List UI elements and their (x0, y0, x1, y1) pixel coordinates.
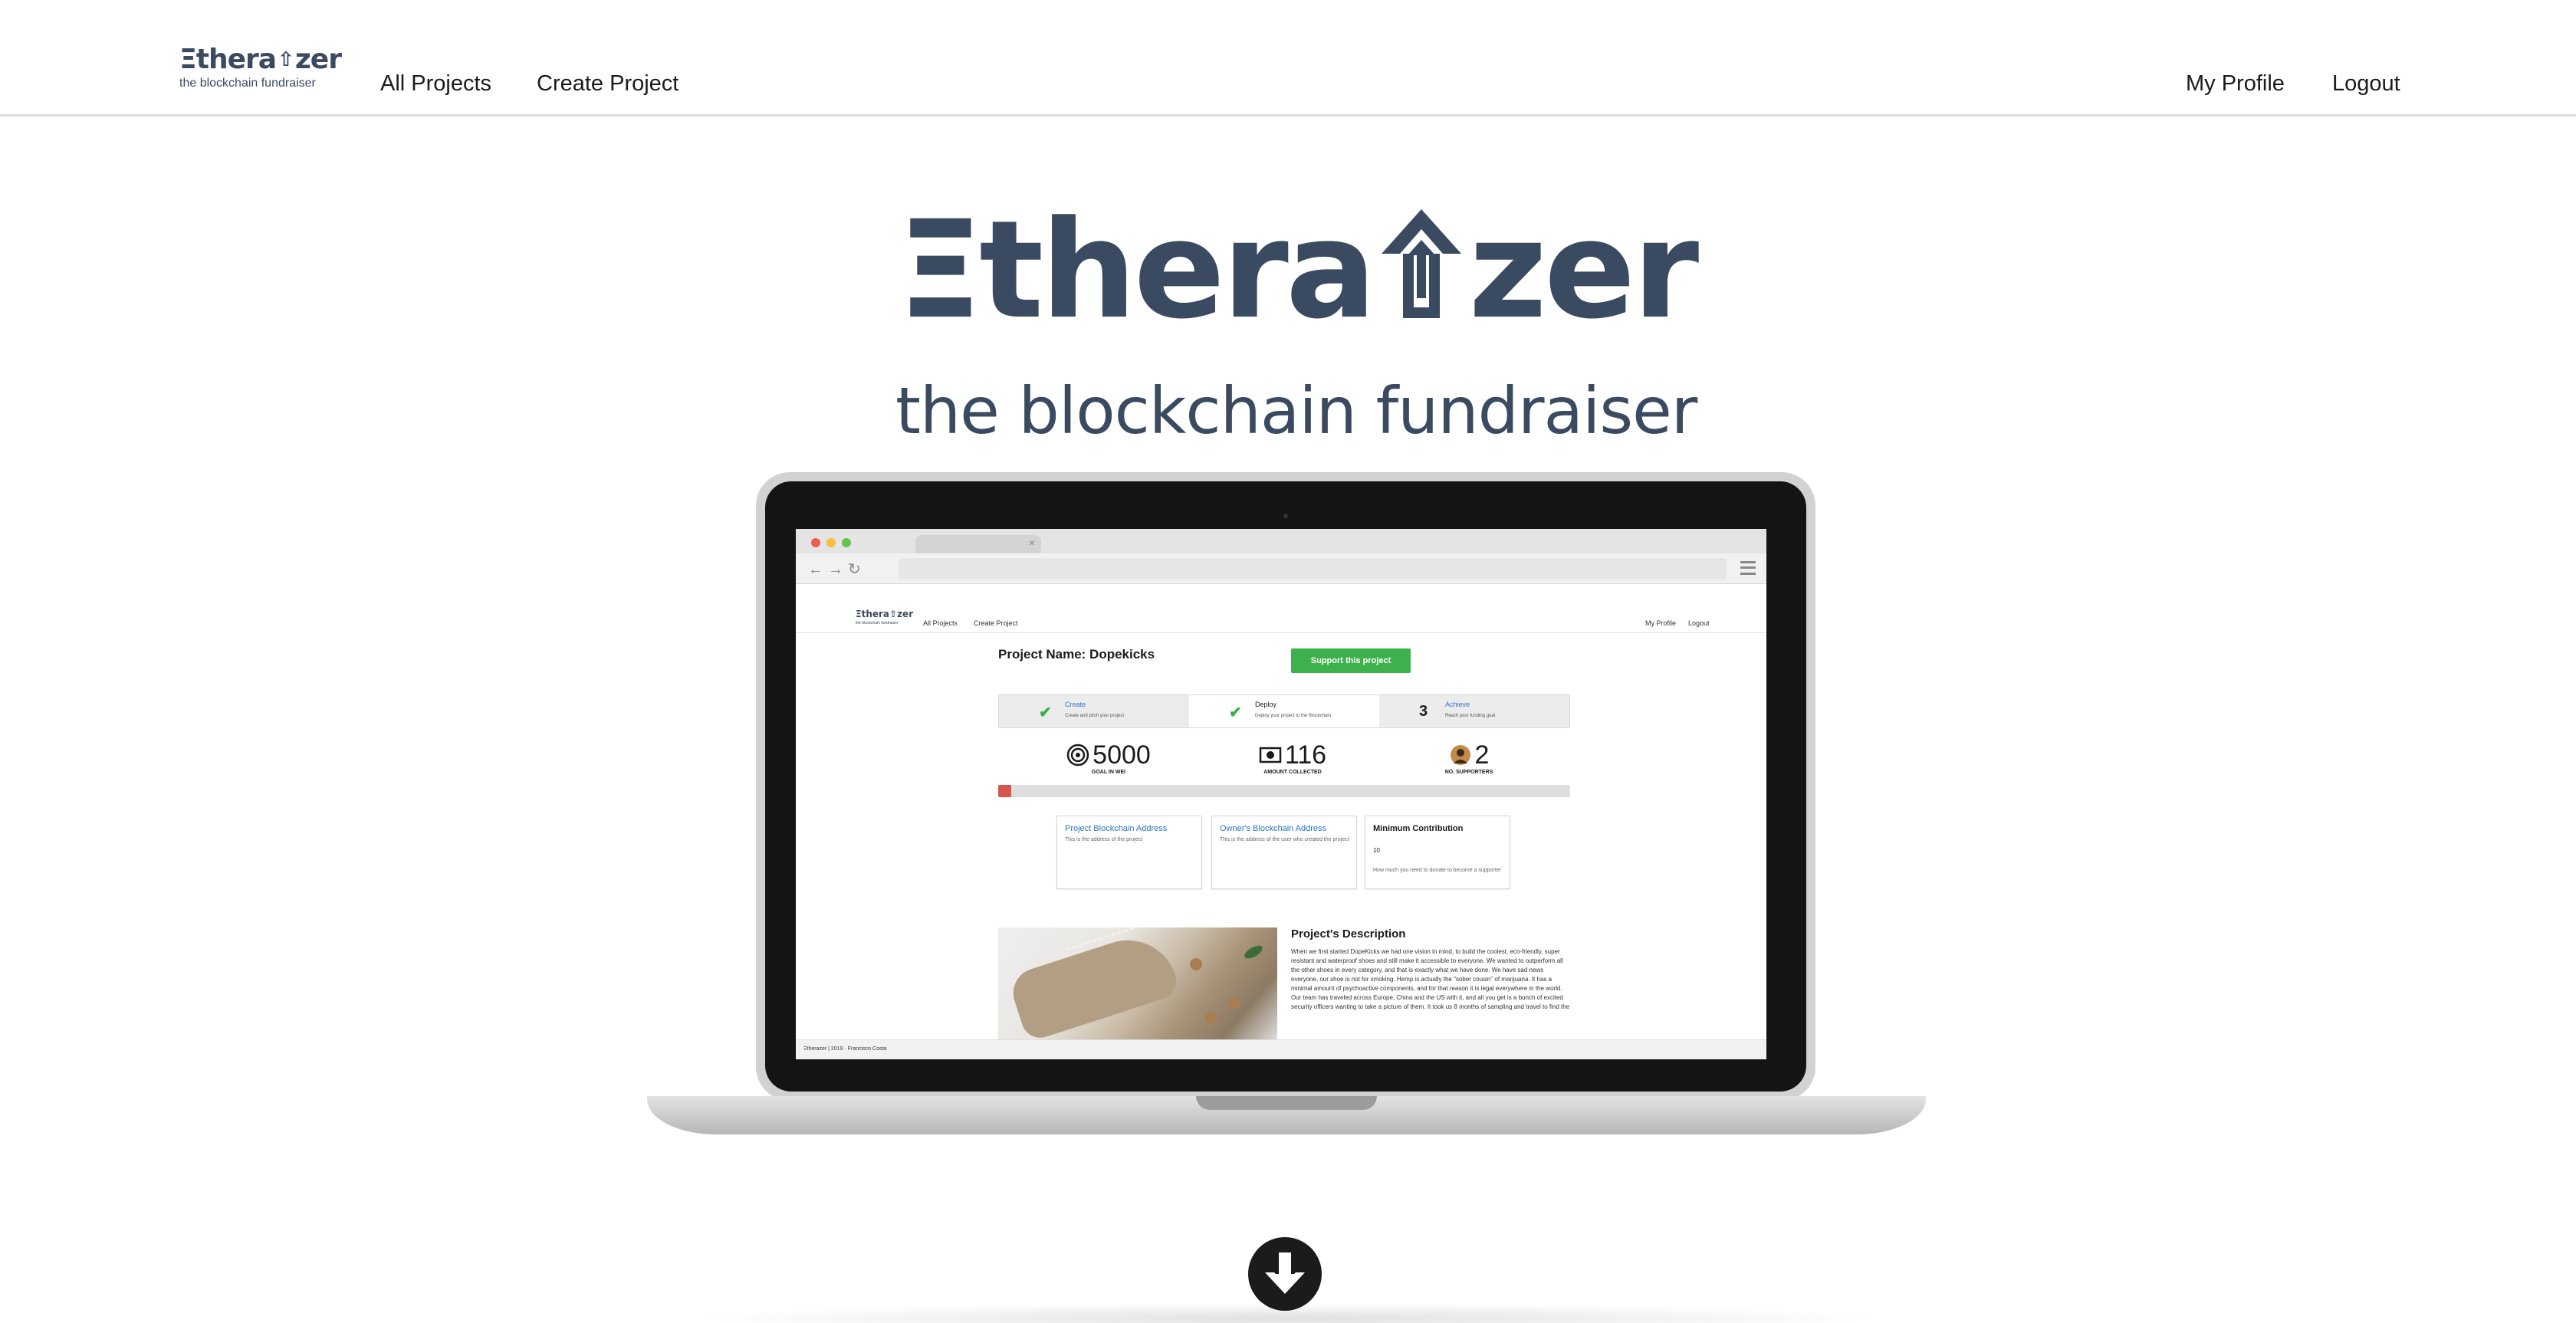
leaf-shape (1242, 943, 1265, 961)
preview-card-owner-address: Owner's Blockchain Address This is the a… (1211, 816, 1357, 889)
laptop-screen: × ←→↻ Ξthera⇧zer the blockchain fundrais… (796, 529, 1766, 1059)
brand-logo[interactable]: Ξthera⇧zer the blockchain fundraiser (179, 44, 342, 90)
laptop-notch (1196, 1096, 1377, 1110)
scroll-down-button[interactable] (1248, 1237, 1322, 1311)
preview-brand-tagline: the blockchain fundraiser (856, 621, 899, 625)
nav-my-profile[interactable]: My Profile (2186, 71, 2285, 97)
cork-shape (1190, 958, 1202, 970)
card-desc: This is the address of the project (1065, 837, 1143, 842)
preview-nav-my-profile: My Profile (1645, 619, 1677, 627)
card-title: Project Blockchain Address (1065, 824, 1168, 833)
preview-nav-logout: Logout (1688, 619, 1710, 627)
browser-tab: × (915, 535, 1041, 553)
card-title: Owner's Blockchain Address (1220, 824, 1327, 833)
preview-brand: Ξthera⇧zer (856, 609, 914, 619)
preview-footer-text: Ξtherazer | 2019 · Francisco Costa (803, 1046, 887, 1052)
address-bar (899, 558, 1727, 579)
stat-value: 2 (1474, 740, 1490, 770)
browser-toolbar: ←→↻ (796, 553, 1766, 584)
hero-word-right: zer (1468, 192, 1700, 349)
stat-value: 116 (1284, 740, 1327, 770)
browser-nav-icons: ←→↻ (808, 561, 866, 578)
maximize-dot-icon (842, 538, 851, 547)
cork-shape (1205, 1012, 1217, 1024)
hero-word-left: Ξthera (897, 192, 1377, 349)
preview-steps: ✔ Create Create and pitch your project ✔… (998, 694, 1570, 728)
preview-step-deploy: ✔ Deploy Deploy your project to the Bloc… (1189, 695, 1379, 727)
preview-stat-goal: 5000 GOAL IN WEI (1040, 740, 1178, 775)
preview-footer: Ξtherazer | 2019 · Francisco Costa (796, 1039, 1766, 1059)
browser-titlebar: × (796, 529, 1766, 553)
card-desc: This is the address of the user who crea… (1220, 837, 1349, 842)
step-desc: Reach your funding goal (1445, 714, 1496, 718)
stat-label: NO. SUPPORTERS (1444, 770, 1493, 775)
up-arrow-icon (1378, 206, 1464, 383)
preview-step-create: ✔ Create Create and pitch your project (999, 695, 1189, 727)
target-icon (1066, 744, 1089, 767)
preview-stat-collected: 116 AMOUNT COLLECTED (1224, 740, 1362, 775)
stat-value: 5000 (1092, 740, 1151, 770)
nav-create-project[interactable]: Create Project (537, 71, 678, 97)
minimize-dot-icon (826, 538, 836, 547)
laptop-bezel: × ←→↻ Ξthera⇧zer the blockchain fundrais… (765, 481, 1806, 1092)
preview-nav-all-projects: All Projects (923, 619, 958, 627)
tab-close-icon: × (1028, 537, 1035, 549)
brand-arrow-icon: ⇧ (278, 48, 294, 71)
preview-support-button: Support this project (1291, 648, 1411, 673)
preview-step-achieve: 3 Achieve Reach your funding goal (1379, 695, 1571, 727)
camera-dot (1283, 514, 1288, 518)
step-title: Deploy (1255, 701, 1277, 708)
hero-subtitle: the blockchain fundraiser (895, 373, 1697, 448)
card-help: How much you need to donate to become a … (1373, 868, 1501, 873)
close-dot-icon (811, 538, 820, 547)
preview-nav-create-project: Create Project (974, 619, 1018, 627)
preview-description-title: Project's Description (1291, 927, 1406, 941)
step-title: Create (1065, 701, 1086, 708)
navbar: Ξthera⇧zer the blockchain fundraiser All… (0, 0, 2576, 117)
check-icon: ✔ (1039, 704, 1052, 721)
nav-logout[interactable]: Logout (2332, 71, 2400, 97)
step-desc: Create and pitch your project (1065, 714, 1125, 718)
hero-logo: Ξthera zer (897, 203, 1699, 338)
stat-label: AMOUNT COLLECTED (1263, 770, 1322, 775)
arrow-down-icon (1265, 1252, 1305, 1294)
cork-shape (1228, 996, 1240, 1009)
preview-progress-bar (998, 785, 1570, 797)
brand-tagline: the blockchain fundraiser (179, 77, 316, 90)
preview-card-project-address: Project Blockchain Address This is the a… (1056, 816, 1202, 889)
supporters-icon (1450, 745, 1470, 765)
step-desc: Deploy your project to the Blockchain (1255, 714, 1332, 718)
nav-all-projects[interactable]: All Projects (380, 71, 491, 97)
laptop-mockup: × ←→↻ Ξthera⇧zer the blockchain fundrais… (756, 472, 1815, 1101)
preview-project-photo (998, 927, 1277, 1039)
check-icon: ✔ (1229, 704, 1242, 721)
preview-navbar: Ξthera⇧zer the blockchain fundraiser All… (796, 602, 1766, 633)
stat-label: GOAL IN WEI (1091, 770, 1126, 775)
preview-description-text: When we first started DopeKicks we had o… (1291, 948, 1570, 1010)
preview-card-min-contribution: Minimum Contribution 10 How much you nee… (1365, 816, 1510, 889)
preview-project-title: Project Name: Dopekicks (998, 647, 1155, 662)
card-value: 10 (1373, 847, 1380, 854)
preview-stat-supporters: 2 NO. SUPPORTERS (1400, 740, 1538, 775)
step-number: 3 (1419, 703, 1428, 720)
progress-fill (998, 785, 1012, 797)
step-title: Achieve (1445, 701, 1470, 708)
hamburger-menu-icon (1740, 561, 1756, 575)
card-title: Minimum Contribution (1373, 824, 1464, 833)
brand-wordmark: Ξthera⇧zer (179, 44, 342, 75)
money-icon (1259, 747, 1282, 763)
